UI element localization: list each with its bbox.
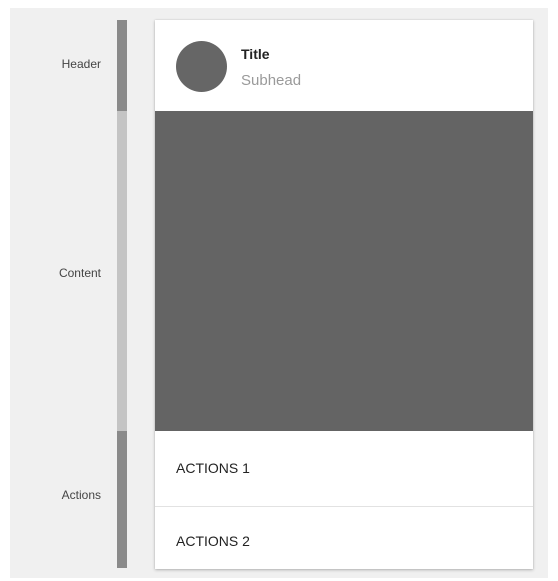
card: Title Subhead ACTIONS 1 ACTIONS 2 <box>155 20 533 569</box>
header-region-bar <box>117 20 127 111</box>
card-header: Title Subhead <box>155 20 533 111</box>
avatar <box>176 41 227 92</box>
card-subhead: Subhead <box>241 72 302 89</box>
action-2-button[interactable]: ACTIONS 2 <box>155 507 533 569</box>
card-media <box>155 111 533 431</box>
content-region-bar <box>117 111 127 431</box>
action-1-button[interactable]: ACTIONS 1 <box>155 431 533 506</box>
diagram-stage: Header Content Actions Title Subhead ACT… <box>10 8 548 578</box>
card-title: Title <box>241 46 270 62</box>
actions-region-label: Actions <box>61 488 101 502</box>
actions-region-bar <box>117 431 127 568</box>
content-region-label: Content <box>58 266 101 280</box>
header-region-label: Header <box>61 57 101 71</box>
